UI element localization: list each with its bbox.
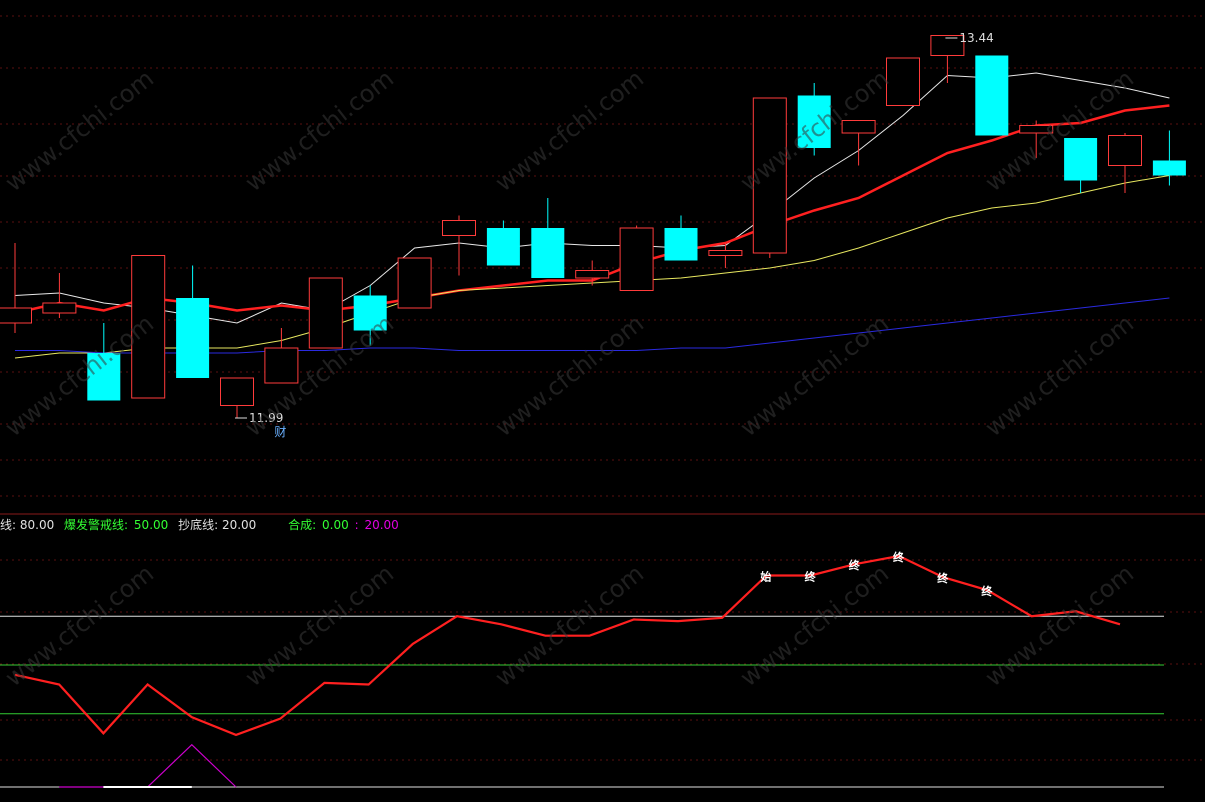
candle-body xyxy=(1064,138,1098,181)
legend-alert-value: 50.00 xyxy=(133,518,169,532)
candle-body xyxy=(1108,135,1142,166)
candle-body xyxy=(619,227,654,291)
candle-body xyxy=(1152,160,1186,176)
candle-body xyxy=(797,95,831,148)
candle-body xyxy=(397,257,432,309)
candle-body xyxy=(841,120,876,134)
candle-body xyxy=(886,57,920,106)
candle-body xyxy=(486,228,520,266)
indicator-line xyxy=(14,554,1121,737)
signal-annotation: 终 xyxy=(981,584,993,598)
signal-annotation: 始 xyxy=(760,570,771,584)
legend-composite-label: 合成: xyxy=(288,518,317,532)
candle-body xyxy=(664,228,698,261)
candle-body xyxy=(442,220,476,236)
chart-area: 13.4411.99财始 终终终终终 xyxy=(0,15,1205,788)
candle-body xyxy=(1019,125,1054,134)
candle-body xyxy=(308,277,343,349)
legend-alert-label: 爆发警戒线: xyxy=(64,518,129,532)
signal-annotation: 终 xyxy=(893,550,905,564)
candle-body xyxy=(220,377,254,406)
signal-marker: 财 xyxy=(274,425,286,439)
legend-composite-value-2: 20.00 xyxy=(364,518,399,532)
low-label: 11.99 xyxy=(249,411,283,425)
indicator-legend: 线: 80.00 爆发警戒线: 50.00 抄底线: 20.00 合成: 0.0… xyxy=(0,516,401,532)
candle-body xyxy=(531,228,565,278)
signal-annotation: 终 xyxy=(849,558,861,572)
legend-composite-sep: : xyxy=(354,518,359,532)
signal-annotation: 终 xyxy=(937,571,949,585)
candle-body xyxy=(353,295,387,331)
candle-body xyxy=(176,298,210,378)
legend-composite-value: 0.00 xyxy=(322,518,349,532)
candle-body xyxy=(708,250,743,256)
signal-spike xyxy=(59,743,237,788)
candle-body xyxy=(575,270,610,279)
high-label: 13.44 xyxy=(959,31,993,45)
candle-body xyxy=(0,307,32,324)
candle-body xyxy=(131,255,166,399)
candle-body xyxy=(975,55,1009,136)
candle-body xyxy=(264,347,299,384)
candle-body xyxy=(87,353,121,401)
legend-top-line: 线: 80.00 xyxy=(0,518,55,532)
candle-body xyxy=(42,302,77,314)
legend-bottom-line: 抄底线: 20.00 xyxy=(178,518,257,532)
signal-annotation: 终 xyxy=(805,570,817,584)
candle-body xyxy=(752,97,787,254)
